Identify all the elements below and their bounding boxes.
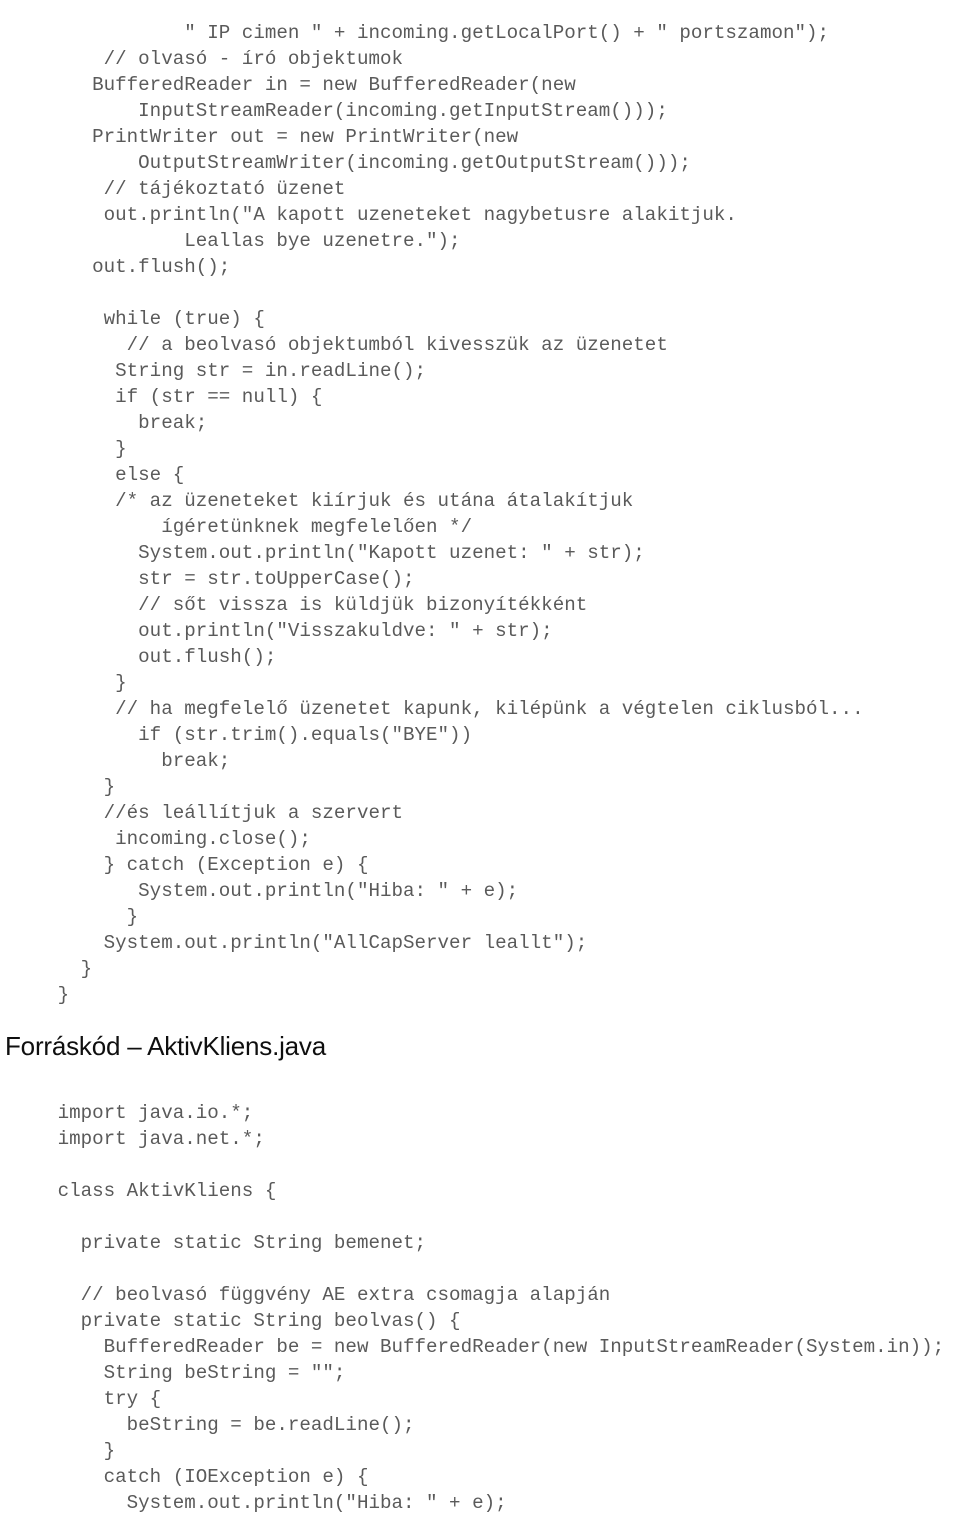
code-line: } xyxy=(0,776,116,799)
code-line: // sőt vissza is küldjük bizonyítékként xyxy=(0,594,588,617)
code-line: } xyxy=(0,984,70,1007)
code-line: OutputStreamWriter(incoming.getOutputStr… xyxy=(0,152,691,175)
code-block-allcapserver-continuation: " IP cimen " + incoming.getLocalPort() +… xyxy=(0,20,960,1008)
code-line: } xyxy=(0,438,127,461)
code-line: " IP cimen " + incoming.getLocalPort() +… xyxy=(0,22,830,45)
code-line: private static String beolvas() { xyxy=(0,1310,461,1333)
code-line: //és leállítjuk a szervert xyxy=(0,802,404,825)
code-line: out.println("Visszakuldve: " + str); xyxy=(0,620,553,643)
code-line: System.out.println("AllCapServer leallt"… xyxy=(0,932,588,955)
code-line: break; xyxy=(0,412,208,435)
code-line: String beString = ""; xyxy=(0,1362,346,1385)
code-line: System.out.println("Hiba: " + e); xyxy=(0,880,519,903)
code-line: System.out.println("Kapott uzenet: " + s… xyxy=(0,542,645,565)
code-line: /* az üzeneteket kiírjuk és utána átalak… xyxy=(0,490,634,513)
code-line: class AktivKliens { xyxy=(0,1180,277,1203)
code-line: BufferedReader in = new BufferedReader(n… xyxy=(0,74,576,97)
code-line: // beolvasó függvény AE extra csomagja a… xyxy=(0,1284,611,1307)
code-line: str = str.toUpperCase(); xyxy=(0,568,415,591)
code-line: incoming.close(); xyxy=(0,828,311,851)
code-line: InputStreamReader(incoming.getInputStrea… xyxy=(0,100,668,123)
section-heading-forraskod-aktivkliens: Forráskód – AktivKliens.java xyxy=(5,1031,326,1061)
code-line: out.println("A kapott uzeneteket nagybet… xyxy=(0,204,737,227)
code-line: out.flush(); xyxy=(0,256,231,279)
code-line: catch (IOException e) { xyxy=(0,1466,369,1489)
code-line: if (str == null) { xyxy=(0,386,323,409)
code-line: } xyxy=(0,906,139,929)
document-page: " IP cimen " + incoming.getLocalPort() +… xyxy=(0,0,960,1514)
code-line: try { xyxy=(0,1388,162,1411)
code-line: // ha megfelelő üzenetet kapunk, kilépün… xyxy=(0,698,864,721)
code-line: import java.io.*; xyxy=(0,1102,254,1125)
code-line: System.out.println("Hiba: " + e); xyxy=(0,1492,507,1515)
code-line: while (true) { xyxy=(0,308,265,331)
code-line: else { xyxy=(0,464,185,487)
code-line: Leallas bye uzenetre."); xyxy=(0,230,461,253)
code-line: } catch (Exception e) { xyxy=(0,854,369,877)
code-line: } xyxy=(0,672,127,695)
code-line: break; xyxy=(0,750,231,773)
code-line: String str = in.readLine(); xyxy=(0,360,427,383)
code-line: BufferedReader be = new BufferedReader(n… xyxy=(0,1336,945,1359)
code-line: // olvasó - író objektumok xyxy=(0,48,404,71)
code-line: ígéretünknek megfelelően */ xyxy=(0,516,473,539)
code-line: beString = be.readLine(); xyxy=(0,1414,415,1437)
code-line: } xyxy=(0,958,93,981)
code-line: if (str.trim().equals("BYE")) xyxy=(0,724,473,747)
code-line: out.flush(); xyxy=(0,646,277,669)
code-line: } xyxy=(0,1440,116,1463)
code-line: // tájékoztató üzenet xyxy=(0,178,346,201)
code-line: import java.net.*; xyxy=(0,1128,265,1151)
code-line: PrintWriter out = new PrintWriter(new xyxy=(0,126,519,149)
code-line: // a beolvasó objektumból kivesszük az ü… xyxy=(0,334,668,357)
code-line: private static String bemenet; xyxy=(0,1232,427,1255)
code-block-aktivkliens: import java.io.*; import java.net.*; cla… xyxy=(0,1100,960,1516)
